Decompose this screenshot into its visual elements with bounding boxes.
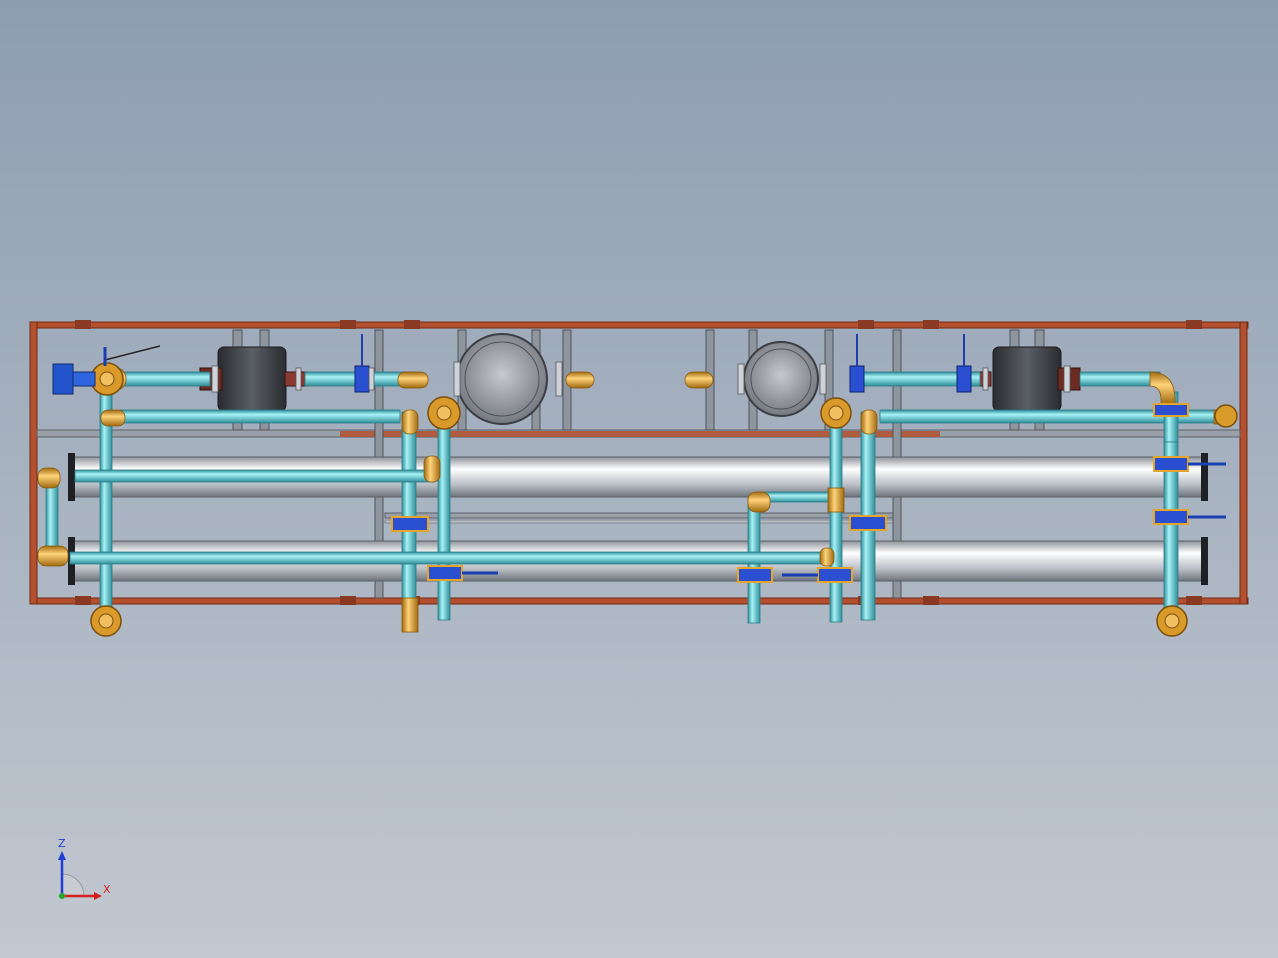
- inner-cross-beam[interactable]: [384, 512, 894, 519]
- elbow-fitting: [100, 409, 126, 427]
- butterfly-valve[interactable]: [849, 515, 887, 531]
- elbow-fitting: [37, 545, 69, 567]
- frame-clip: [404, 320, 420, 329]
- tee-fitting: [827, 487, 845, 513]
- pipe-run[interactable]: [829, 411, 843, 623]
- y-axis-origin: [59, 893, 65, 899]
- end-cap: [68, 453, 75, 501]
- frame-bottom-rail[interactable]: [29, 597, 1249, 605]
- pump-motor[interactable]: [217, 346, 287, 412]
- frame-right-post[interactable]: [1239, 321, 1248, 605]
- butterfly-valve[interactable]: [817, 567, 853, 583]
- butterfly-valve[interactable]: [737, 567, 773, 583]
- view-triad[interactable]: [58, 851, 102, 900]
- check-valve[interactable]: [354, 365, 370, 393]
- triad-plane: [61, 873, 85, 897]
- elbow-fitting: [819, 547, 835, 567]
- butterfly-valve[interactable]: [1153, 403, 1189, 417]
- elbow-fitting: [684, 371, 714, 389]
- frame-clip: [75, 320, 91, 329]
- filter-vessel-right[interactable]: [743, 341, 819, 417]
- z-axis-arrow: [58, 851, 66, 860]
- elbow-fitting: [423, 455, 441, 483]
- frame-clip: [1186, 320, 1202, 329]
- pipe-run[interactable]: [119, 409, 401, 424]
- flange-outlet[interactable]: [1214, 404, 1238, 428]
- elbow-fitting: [397, 371, 429, 389]
- elbow-fitting: [1149, 371, 1176, 405]
- check-valve[interactable]: [849, 365, 865, 393]
- pipe-run[interactable]: [45, 479, 59, 551]
- pipe-run[interactable]: [69, 551, 826, 565]
- z-axis-label: Z: [58, 837, 66, 850]
- butterfly-valve[interactable]: [427, 565, 463, 581]
- filter-vessel-left[interactable]: [456, 333, 548, 425]
- frame-middle-plate[interactable]: [340, 431, 940, 437]
- end-cap: [1201, 537, 1208, 585]
- actuator-valve-body[interactable]: [72, 371, 96, 387]
- pump-motor[interactable]: [992, 346, 1062, 412]
- elbow-fitting: [565, 371, 595, 389]
- elbow-fitting: [860, 409, 878, 435]
- skid-assembly-model[interactable]: [0, 0, 1278, 958]
- frame-top-rail[interactable]: [29, 321, 1249, 329]
- pipe-run[interactable]: [74, 469, 436, 483]
- frame-left-post[interactable]: [29, 321, 38, 605]
- cad-viewport[interactable]: Z X: [0, 0, 1278, 958]
- elbow-fitting: [401, 409, 419, 435]
- check-valve[interactable]: [956, 365, 972, 393]
- frame-clip: [1186, 596, 1202, 605]
- x-axis-arrow: [94, 892, 102, 900]
- frame-clip: [340, 596, 356, 605]
- actuator-valve[interactable]: [52, 363, 74, 395]
- butterfly-valve[interactable]: [391, 516, 429, 532]
- frame-clip: [340, 320, 356, 329]
- pipe-run[interactable]: [437, 417, 451, 621]
- end-cap: [1201, 453, 1208, 501]
- elbow-fitting: [37, 467, 61, 489]
- pipe-run[interactable]: [1079, 371, 1161, 387]
- pipe-run[interactable]: [764, 491, 834, 503]
- pipe-run[interactable]: [119, 371, 211, 387]
- pipe-run[interactable]: [401, 411, 417, 611]
- x-axis-label: X: [103, 883, 111, 896]
- elbow-fitting: [747, 491, 771, 513]
- frame-clip: [923, 320, 939, 329]
- frame-clip: [923, 596, 939, 605]
- frame-clip: [858, 320, 874, 329]
- valve-handle[interactable]: [104, 345, 161, 361]
- inner-cross-beam-lower[interactable]: [384, 519, 894, 524]
- butterfly-valve[interactable]: [1153, 509, 1189, 525]
- butterfly-valve[interactable]: [1153, 456, 1189, 472]
- frame-clip: [75, 596, 91, 605]
- outlet-nozzle: [401, 597, 419, 633]
